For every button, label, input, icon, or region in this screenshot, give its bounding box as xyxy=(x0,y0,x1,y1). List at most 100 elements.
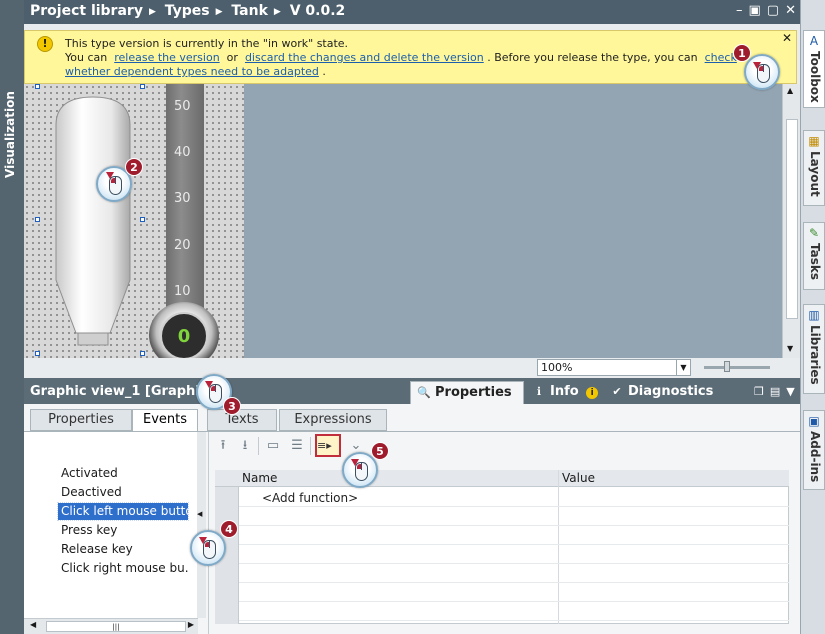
event-click-right-mouse-button[interactable]: Click right mouse bu... xyxy=(58,560,188,577)
table-row[interactable] xyxy=(239,564,789,583)
mouse-click-callout xyxy=(190,530,226,566)
release-version-link[interactable]: release the version xyxy=(114,51,219,64)
minimize-icon[interactable]: – xyxy=(736,3,743,18)
table-row[interactable] xyxy=(239,545,789,564)
tab-label: Diagnostics xyxy=(628,384,714,399)
scrollbar-thumb[interactable] xyxy=(786,119,798,319)
gauge-value: 0 xyxy=(177,326,191,347)
properties-icon: 🔍 xyxy=(417,386,431,399)
zoom-value: 100% xyxy=(541,361,573,374)
window-controls: – ▣ ▢ ✕ xyxy=(736,3,796,18)
table-row[interactable] xyxy=(239,526,789,545)
breadcrumb-separator-icon: ▶ xyxy=(215,7,223,17)
breadcrumb: Project library ▶ Types ▶ Tank ▶ V 0.0.2 xyxy=(30,3,349,19)
split-icon[interactable]: ▤ xyxy=(770,385,780,398)
float-icon[interactable]: ❒ xyxy=(754,385,764,398)
float-icon[interactable]: ▣ xyxy=(749,3,761,18)
event-click-left-mouse-button[interactable]: Click left mouse button xyxy=(57,502,189,521)
selection-handle[interactable] xyxy=(140,217,145,222)
event-deactived[interactable]: Deactived xyxy=(58,484,188,501)
subtab-events[interactable]: Events xyxy=(132,409,198,431)
right-tab-addins[interactable]: ▣ Add-ins xyxy=(803,410,825,490)
mouse-click-callout xyxy=(744,54,780,90)
subtab-texts[interactable]: Texts xyxy=(207,409,277,431)
right-tab-libraries[interactable]: ▥ Libraries xyxy=(803,304,825,394)
right-tab-label: Toolbox xyxy=(808,51,822,103)
divider xyxy=(310,437,311,455)
scroll-up-icon[interactable]: ▲ xyxy=(787,86,793,95)
collapse-icon[interactable]: ▼ xyxy=(786,385,794,398)
chevron-down-icon[interactable]: ▼ xyxy=(676,360,690,375)
canvas-vertical-scrollbar[interactable]: ▲ ▼ xyxy=(782,84,800,358)
event-release-key[interactable]: Release key xyxy=(58,541,188,558)
scroll-left-icon[interactable]: ◀ xyxy=(30,620,36,629)
column-header-name[interactable]: Name xyxy=(242,471,277,485)
selection-handle[interactable] xyxy=(35,351,40,356)
move-up-icon[interactable]: ⭱ xyxy=(214,437,232,455)
tab-diagnostics[interactable]: ✔ Diagnostics xyxy=(604,381,744,405)
discard-changes-link[interactable]: discard the changes and delete the versi… xyxy=(245,51,484,64)
table-row[interactable] xyxy=(239,507,789,526)
tab-properties[interactable]: 🔍 Properties xyxy=(410,381,524,405)
breadcrumb-version: V 0.0.2 xyxy=(289,3,346,19)
selection-handle[interactable] xyxy=(35,217,40,222)
breadcrumb-separator-icon: ▶ xyxy=(148,7,156,17)
events-horizontal-scrollbar[interactable]: ◀ ||| ▶ xyxy=(24,618,198,634)
check-dependent-types-link-2[interactable]: whether dependent types need to be adapt… xyxy=(65,65,319,78)
right-tab-tasks[interactable]: ✎ Tasks xyxy=(803,222,825,290)
inspector-title: Graphic view_1 [Graphic xyxy=(30,384,208,399)
tab-label: Properties xyxy=(435,385,512,400)
scale-tick-label: 40 xyxy=(174,145,191,160)
close-info-bar-icon[interactable]: ✕ xyxy=(782,31,792,45)
scrollbar-thumb[interactable]: ||| xyxy=(46,621,186,632)
table-row[interactable] xyxy=(239,583,789,602)
tasks-icon: ✎ xyxy=(808,226,820,240)
events-splitter[interactable]: ◀ xyxy=(197,432,206,618)
list-icon[interactable]: ☰ xyxy=(288,437,306,455)
tank-graphic[interactable] xyxy=(48,95,138,350)
right-tab-label: Add-ins xyxy=(808,431,822,483)
selection-handle[interactable] xyxy=(35,84,40,89)
zoom-select[interactable]: 100% ▼ xyxy=(537,359,691,376)
info-line-1: This type version is currently in the "i… xyxy=(65,37,349,50)
breadcrumb-types[interactable]: Types xyxy=(165,3,210,19)
move-down-icon[interactable]: ⭳ xyxy=(236,437,254,455)
right-tab-label: Tasks xyxy=(808,243,822,281)
folder-icon[interactable]: ▭ xyxy=(264,437,282,455)
event-activated[interactable]: Activated xyxy=(58,465,188,482)
right-tab-toolbox[interactable]: A Toolbox xyxy=(803,30,825,108)
subtab-expressions[interactable]: Expressions xyxy=(279,409,387,431)
table-header: Name Value xyxy=(215,470,789,624)
scroll-down-icon[interactable]: ▼ xyxy=(787,344,793,353)
function-list-icon: ≡▸ xyxy=(317,439,332,452)
selection-handle[interactable] xyxy=(140,84,145,89)
chevron-left-icon[interactable]: ◀ xyxy=(197,510,202,518)
table-row[interactable] xyxy=(239,602,789,621)
selection-handle[interactable] xyxy=(140,351,145,356)
check-dependent-types-link[interactable]: check xyxy=(705,51,737,64)
right-tab-label: Layout xyxy=(808,151,822,197)
breadcrumb-project-library[interactable]: Project library xyxy=(30,3,143,19)
right-tab-layout[interactable]: ▦ Layout xyxy=(803,130,825,206)
info-text-fragment: . Before you release the type, you can xyxy=(487,51,698,64)
tab-label: Info xyxy=(550,384,579,399)
visualization-side-tab[interactable]: Visualization xyxy=(0,0,24,634)
inspector-window-controls: ❒ ▤ ▼ xyxy=(754,385,795,398)
task-card-strip: A Toolbox ▦ Layout ✎ Tasks ▥ Libraries ▣… xyxy=(800,0,825,634)
close-icon[interactable]: ✕ xyxy=(785,3,796,18)
step-badge: 3 xyxy=(223,397,241,415)
scroll-right-icon[interactable]: ▶ xyxy=(188,620,194,629)
function-list-button[interactable]: ≡▸ xyxy=(315,434,341,457)
column-header-value[interactable]: Value xyxy=(562,471,595,485)
subtab-properties[interactable]: Properties xyxy=(30,409,132,431)
event-press-key[interactable]: Press key xyxy=(58,522,188,539)
right-tab-label: Libraries xyxy=(808,325,822,385)
step-badge: 1 xyxy=(733,44,751,62)
zoom-slider-thumb[interactable] xyxy=(724,361,730,372)
tab-info[interactable]: ℹ Info i xyxy=(526,381,602,405)
zoom-slider-track[interactable] xyxy=(704,366,770,369)
add-function-cell[interactable]: <Add function> xyxy=(262,491,358,505)
breadcrumb-tank[interactable]: Tank xyxy=(231,3,267,19)
maximize-icon[interactable]: ▢ xyxy=(767,3,779,18)
step-badge: 4 xyxy=(220,520,238,538)
